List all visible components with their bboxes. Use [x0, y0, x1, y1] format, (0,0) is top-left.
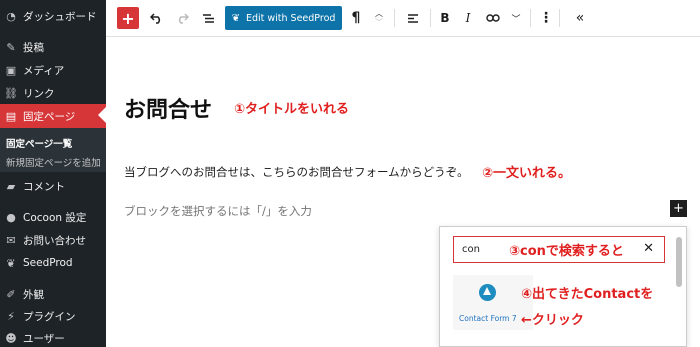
move-block-button[interactable]: ︿ ﹀	[372, 7, 386, 29]
annotation-title: ①タイトルをいれる	[234, 102, 350, 117]
sidebar-item-cocoon[interactable]: ● Cocoon 設定	[0, 205, 106, 229]
appearance-icon: ✐	[6, 287, 16, 301]
align-left-icon	[408, 13, 418, 23]
edit-with-seedprod-button[interactable]: ❦ Edit with SeedProd	[225, 6, 342, 30]
paragraph-block-button[interactable]: ¶	[348, 7, 364, 29]
document-overview-button[interactable]	[198, 7, 218, 29]
bold-icon: B	[440, 11, 450, 25]
mail-icon: ✉	[6, 233, 16, 247]
empty-block-placeholder[interactable]: ブロックを選択するには「/」を入力	[124, 203, 312, 219]
toolbar-divider	[430, 9, 431, 27]
sidebar-item-label: コメント	[23, 180, 65, 193]
chevron-down-icon: ﹀	[511, 14, 521, 25]
submenu-item-add-page[interactable]: 新規固定ページを追加	[6, 155, 101, 169]
pages-icon: ▤	[5, 109, 17, 123]
sidebar-item-label: プラグイン	[23, 310, 76, 323]
options-button[interactable]: ⋮	[539, 7, 553, 29]
list-view-icon	[202, 13, 214, 23]
inserter-scrollbar[interactable]	[676, 237, 682, 287]
add-block-button[interactable]: +	[117, 7, 139, 29]
user-icon: ☻	[5, 331, 17, 345]
admin-sidebar: ◔ ダッシュボード ✎ 投稿 ▣ メディア ⛓ リンク ▤ 固定ページ 固定ペー…	[0, 0, 106, 347]
sidebar-submenu: 固定ページ一覧 新規固定ページを追加	[0, 128, 106, 172]
pin-icon: ✎	[6, 40, 16, 54]
sidebar-item-dashboard[interactable]: ◔ ダッシュボード	[0, 4, 106, 28]
sidebar-item-links[interactable]: ⛓ リンク	[0, 81, 106, 105]
active-indicator	[98, 107, 106, 123]
redo-button[interactable]	[172, 7, 192, 29]
redo-icon	[178, 12, 189, 24]
plugin-icon: ⚡	[7, 309, 15, 323]
sidebar-item-posts[interactable]: ✎ 投稿	[0, 35, 106, 59]
sidebar-item-label: SeedProd	[23, 257, 73, 269]
sidebar-item-seedprod[interactable]: ❦ SeedProd	[0, 251, 106, 275]
bold-button[interactable]: B	[437, 7, 453, 29]
toolbar-divider	[559, 9, 560, 27]
contact-form-7-icon	[479, 284, 496, 301]
sidebar-item-label: メディア	[23, 64, 65, 77]
annotation-click: ←クリック	[521, 313, 584, 328]
toolbar-divider	[394, 9, 395, 27]
more-vertical-icon: ⋮	[539, 10, 553, 26]
seedprod-button-label: Edit with SeedProd	[245, 12, 336, 24]
collapse-toolbar-button[interactable]: «	[571, 7, 589, 29]
sidebar-item-comments[interactable]: ▰ コメント	[0, 174, 106, 198]
chevron-down-icon: ﹀	[375, 18, 383, 27]
paragraph-block[interactable]: 当ブログへのお問合せは、こちらのお問合せフォームからどうぞ。	[124, 164, 469, 180]
seedprod-icon: ❦	[6, 256, 16, 270]
media-icon: ▣	[5, 63, 17, 77]
chevron-up-icon: ︿	[375, 9, 383, 18]
more-formatting-button[interactable]: ﹀	[509, 7, 523, 29]
block-tile-label: Contact Form 7	[459, 314, 517, 323]
page-title[interactable]: お問合せ	[124, 92, 212, 124]
sidebar-item-users[interactable]: ☻ ユーザー	[0, 326, 106, 347]
annotation-result: ④出てきたContactを	[521, 287, 654, 302]
comment-icon: ▰	[6, 179, 16, 193]
editor-toolbar: + ❦ Edit with SeedProd ¶ ︿ ﹀ B I ﹀ ⋮ «	[106, 0, 700, 37]
sidebar-item-label: Cocoon 設定	[23, 211, 87, 224]
undo-icon	[149, 12, 160, 24]
sidebar-item-label: 外観	[23, 288, 44, 301]
submenu-item-all-pages[interactable]: 固定ページ一覧	[6, 136, 72, 150]
sidebar-item-label: 投稿	[23, 41, 44, 54]
search-input-value: con	[462, 244, 480, 255]
sidebar-item-label: リンク	[23, 87, 55, 100]
toolbar-divider	[530, 9, 531, 27]
double-chevron-left-icon: «	[575, 10, 585, 26]
sidebar-item-appearance[interactable]: ✐ 外観	[0, 282, 106, 306]
cocoon-icon: ●	[6, 210, 16, 224]
sidebar-item-pages[interactable]: ▤ 固定ページ	[0, 104, 106, 128]
annotation-paragraph: ②一文いれる。	[482, 166, 572, 181]
italic-icon: I	[465, 11, 471, 25]
undo-button[interactable]	[146, 7, 166, 29]
sidebar-item-label: ダッシュボード	[23, 10, 97, 23]
paragraph-icon: ¶	[351, 10, 361, 26]
close-icon[interactable]: ✕	[643, 241, 654, 256]
link-icon: ⛓	[4, 86, 18, 100]
sidebar-item-label: 固定ページ	[23, 110, 76, 123]
annotation-search: ③conで検索すると	[509, 244, 624, 259]
link-icon	[486, 14, 500, 22]
seedprod-icon: ❦	[231, 12, 240, 24]
link-button[interactable]	[484, 7, 502, 29]
sidebar-item-contact[interactable]: ✉ お問い合わせ	[0, 228, 106, 252]
sidebar-item-label: お問い合わせ	[23, 234, 86, 247]
sidebar-item-label: ユーザー	[23, 332, 65, 345]
align-button[interactable]	[404, 7, 422, 29]
dashboard-icon: ◔	[6, 9, 16, 23]
sidebar-item-plugins[interactable]: ⚡ プラグイン	[0, 304, 106, 328]
inline-add-block-button[interactable]: +	[670, 200, 687, 217]
sidebar-item-media[interactable]: ▣ メディア	[0, 58, 106, 82]
italic-button[interactable]: I	[460, 7, 476, 29]
